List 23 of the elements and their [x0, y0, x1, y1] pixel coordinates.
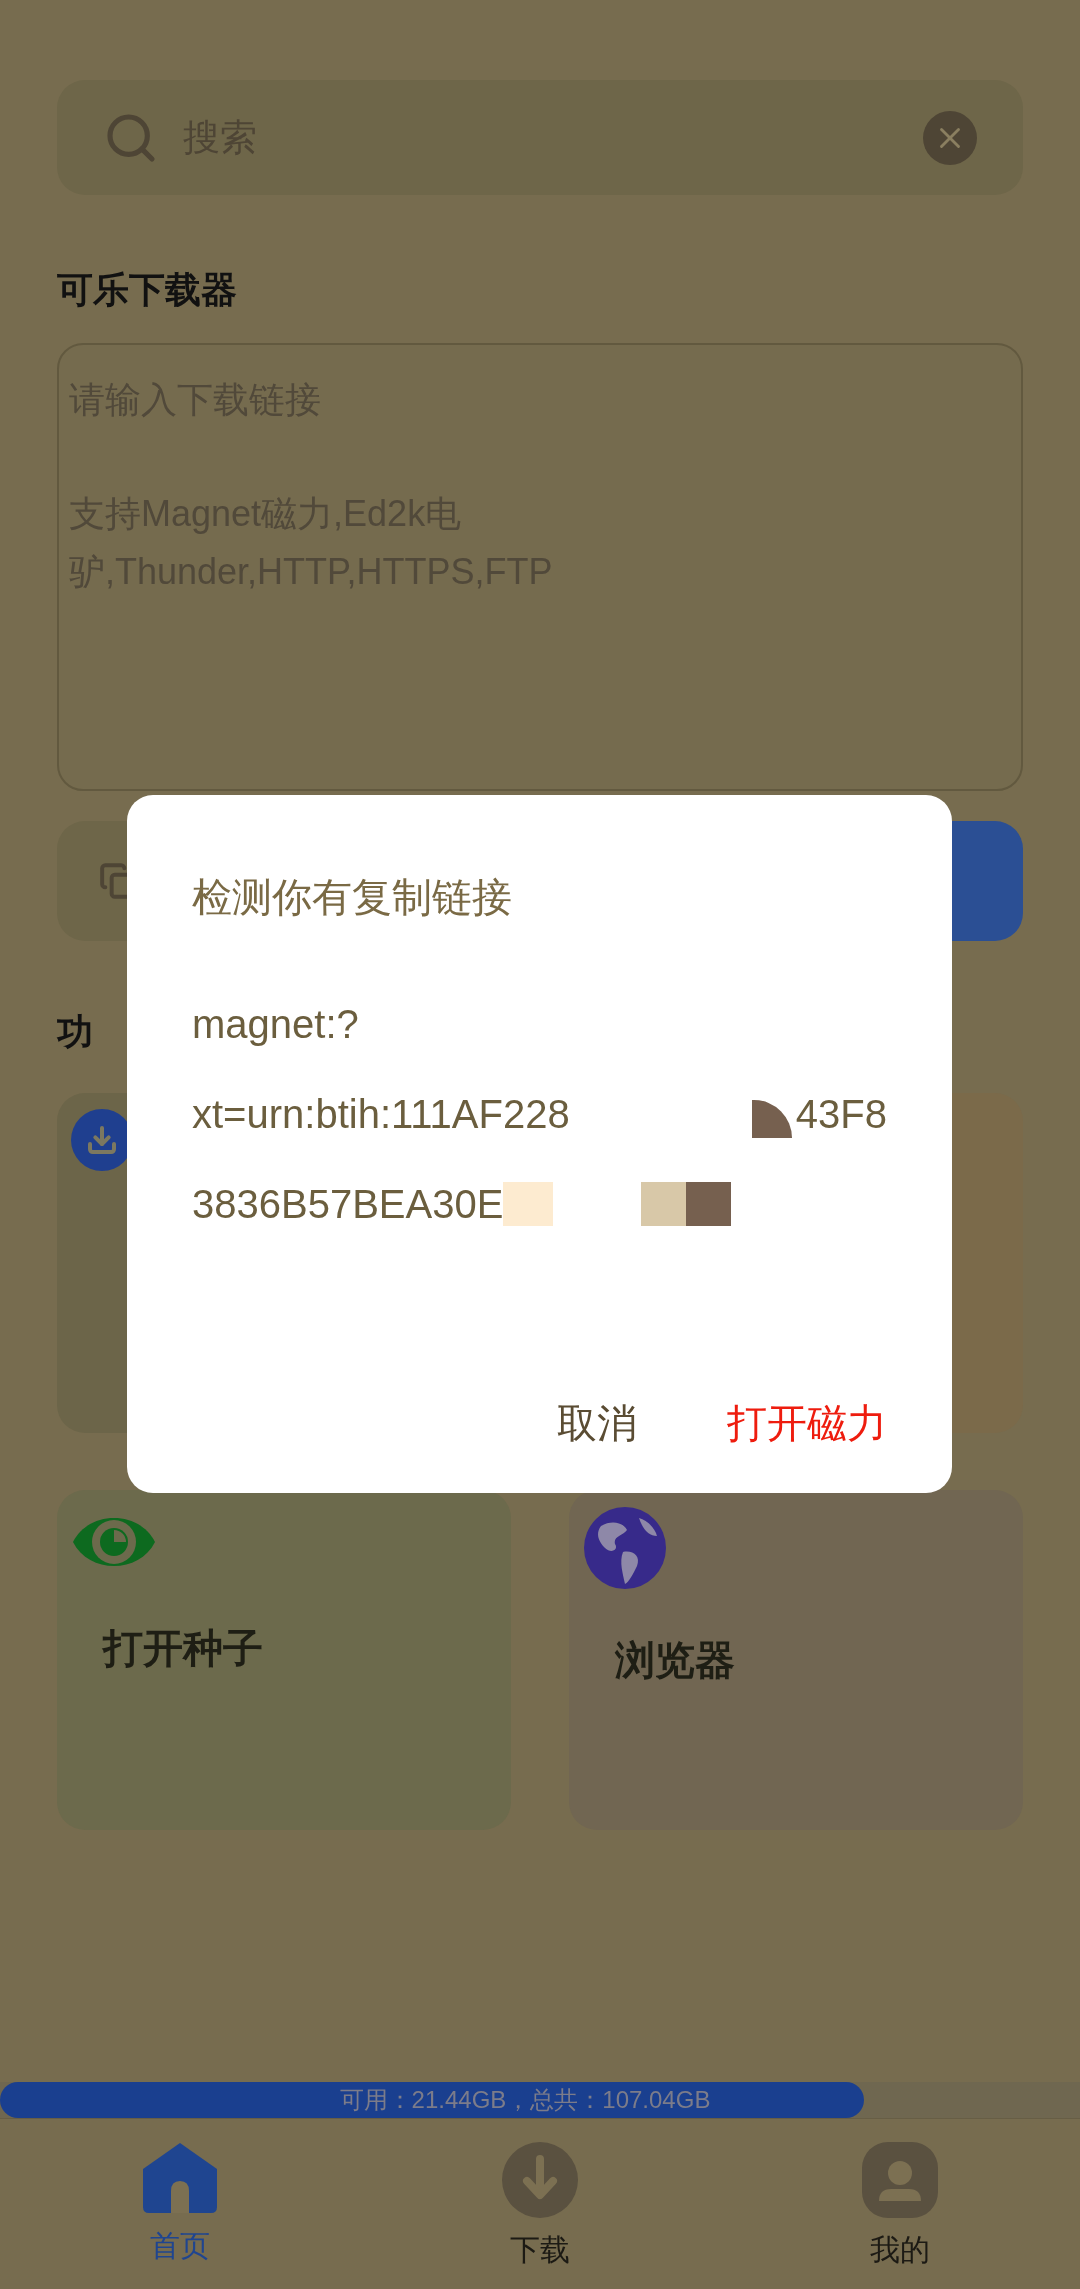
feature-card[interactable]: 打开种子	[57, 1490, 511, 1830]
redaction-mark	[503, 1182, 554, 1226]
clear-button[interactable]	[923, 110, 977, 165]
link-text: 43F8	[795, 1091, 887, 1138]
globe-icon	[583, 1506, 667, 1590]
nav-tab[interactable]: 我的	[720, 2119, 1080, 2289]
nav-tab[interactable]: 首页	[0, 2119, 360, 2289]
link-text: magnet:?	[192, 1001, 359, 1048]
card-title: 打开种子	[103, 1625, 264, 1672]
download-icon	[501, 2141, 579, 2219]
feature-card[interactable]: 浏览器	[569, 1490, 1023, 1830]
home-icon	[141, 2141, 219, 2215]
card-title: 浏览器	[615, 1637, 736, 1684]
app-title: 可乐下载器	[57, 268, 238, 312]
section-title: 功	[57, 1010, 93, 1054]
link-text: xt=urn:btih:111AF228	[192, 1091, 570, 1138]
dialog-title: 检测你有复制链接	[192, 875, 513, 919]
nav-tab[interactable]: 下载	[360, 2119, 720, 2289]
confirm-button[interactable]: 打开磁力	[727, 1393, 887, 1453]
cancel-button[interactable]: 取消	[557, 1393, 637, 1453]
storage-text: 可用：21.44GB，总共：107.04GB	[339, 2085, 711, 2115]
profile-icon	[861, 2141, 939, 2219]
link-text: 3836B57BEA30E	[192, 1181, 504, 1228]
